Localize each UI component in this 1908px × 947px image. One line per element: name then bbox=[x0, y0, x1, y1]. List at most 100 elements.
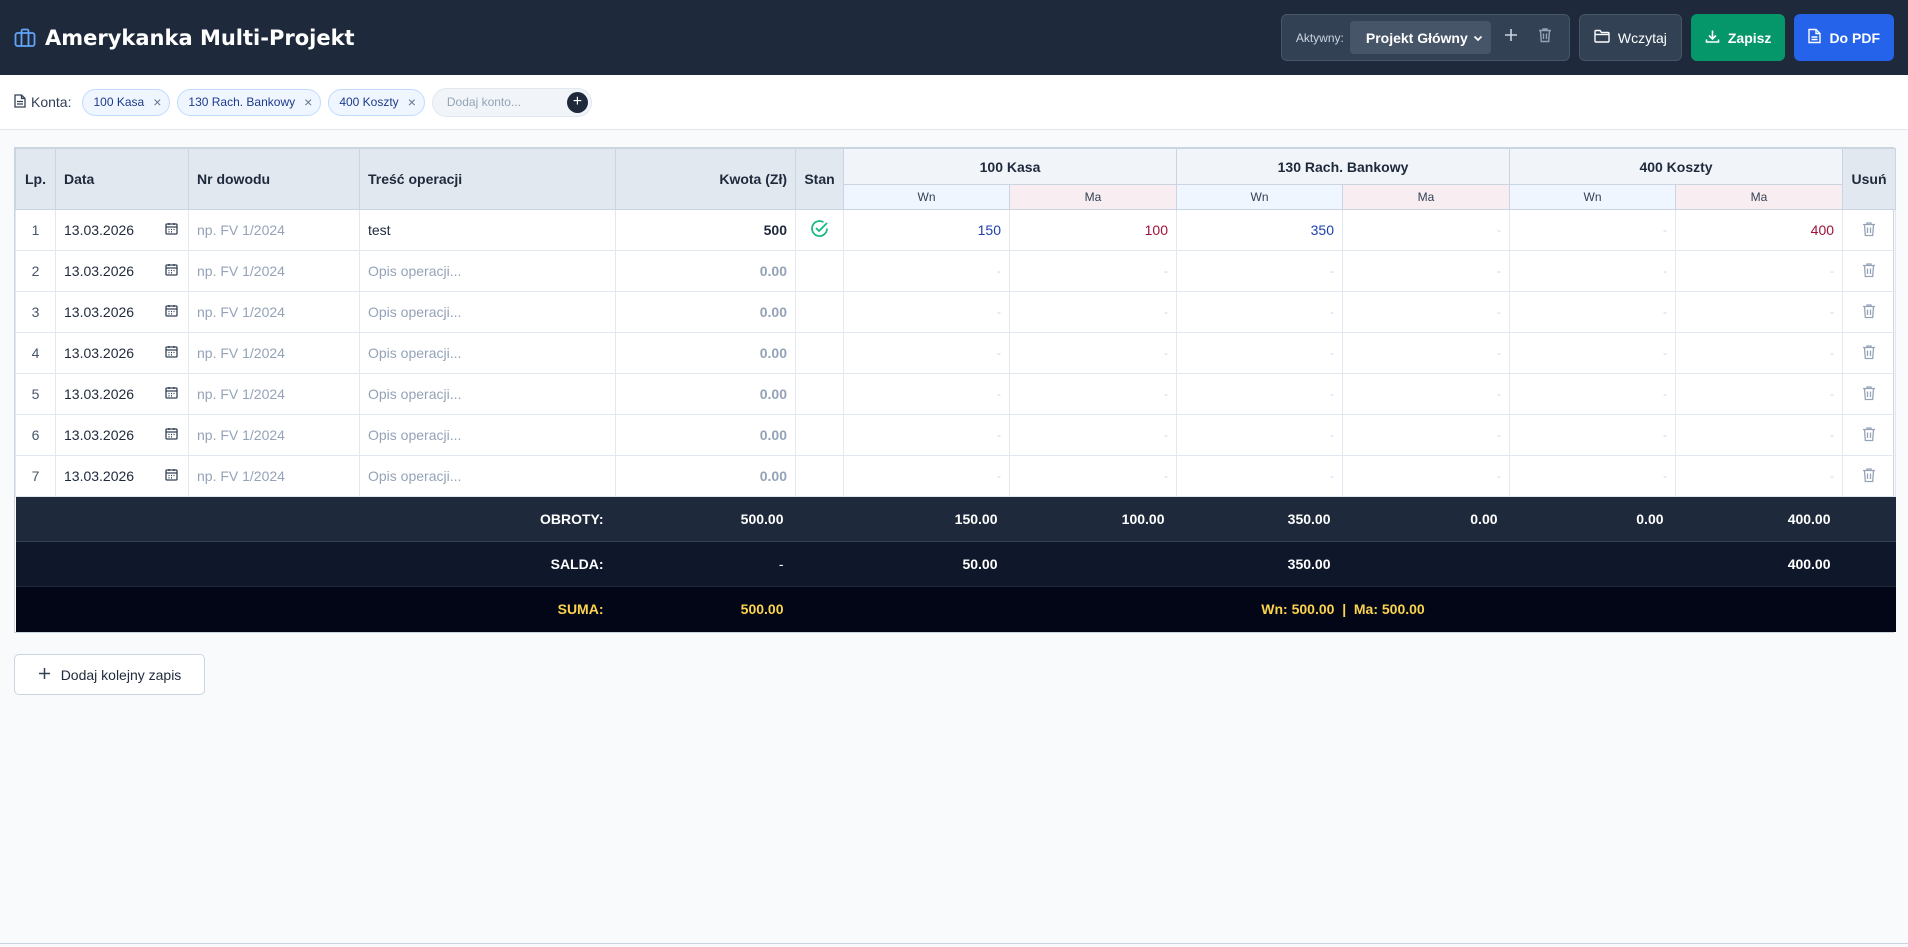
wn-cell-input[interactable]: 350 bbox=[1176, 209, 1343, 251]
delete-project-button[interactable] bbox=[1531, 21, 1559, 54]
wn-cell-input[interactable]: - bbox=[1509, 250, 1677, 292]
close-icon[interactable]: × bbox=[408, 95, 416, 109]
doc-input[interactable]: np. FV 1/2024 bbox=[188, 332, 360, 374]
chevron-down-icon bbox=[1473, 30, 1483, 46]
calendar-icon[interactable] bbox=[165, 222, 178, 238]
date-input[interactable]: 13.03.2026 bbox=[55, 455, 189, 497]
desc-input[interactable]: Opis operacji... bbox=[359, 332, 616, 374]
desc-input[interactable]: Opis operacji... bbox=[359, 455, 616, 497]
add-project-button[interactable] bbox=[1497, 21, 1525, 54]
col-ma: Ma bbox=[1009, 184, 1177, 210]
wn-cell-input[interactable]: 150 bbox=[843, 209, 1010, 251]
load-button[interactable]: Wczytaj bbox=[1578, 14, 1682, 61]
wn-cell-input[interactable]: - bbox=[1509, 209, 1677, 251]
add-account-button[interactable]: + bbox=[566, 91, 588, 113]
calendar-icon[interactable] bbox=[165, 386, 178, 402]
delete-row-button[interactable] bbox=[1842, 373, 1897, 415]
ma-cell-input[interactable]: - bbox=[1341, 414, 1511, 456]
doc-input[interactable]: np. FV 1/2024 bbox=[188, 250, 360, 292]
app-header: Amerykanka Multi-Projekt Aktywny: Projek… bbox=[0, 0, 1908, 75]
wn-cell-input[interactable]: - bbox=[1176, 250, 1343, 292]
wn-cell-input[interactable]: - bbox=[1509, 373, 1677, 415]
calendar-icon[interactable] bbox=[165, 304, 178, 320]
desc-input[interactable]: Opis operacji... bbox=[359, 291, 616, 333]
ma-cell-input[interactable]: - bbox=[1009, 414, 1177, 456]
ma-cell-input[interactable]: - bbox=[1675, 332, 1844, 374]
amount-input[interactable]: 0.00 bbox=[615, 373, 796, 415]
delete-row-button[interactable] bbox=[1842, 414, 1897, 456]
doc-input[interactable]: np. FV 1/2024 bbox=[188, 373, 360, 415]
project-select[interactable]: Projekt Główny bbox=[1349, 21, 1491, 54]
ma-cell-input[interactable]: - bbox=[1675, 291, 1844, 333]
calendar-icon[interactable] bbox=[165, 345, 178, 361]
ma-cell-input[interactable]: - bbox=[1675, 414, 1844, 456]
desc-input[interactable]: Opis operacji... bbox=[359, 373, 616, 415]
delete-row-button[interactable] bbox=[1842, 455, 1897, 497]
close-icon[interactable]: × bbox=[153, 95, 161, 109]
ma-cell-input[interactable]: - bbox=[1675, 455, 1844, 497]
amount-input[interactable]: 500 bbox=[615, 209, 796, 251]
amount-input[interactable]: 0.00 bbox=[615, 332, 796, 374]
ma-cell-input[interactable]: - bbox=[1009, 291, 1177, 333]
add-row-button[interactable]: Dodaj kolejny zapis bbox=[14, 654, 205, 695]
add-account-input[interactable]: Dodaj konto... + bbox=[431, 87, 592, 117]
doc-input[interactable]: np. FV 1/2024 bbox=[188, 414, 360, 456]
doc-input[interactable]: np. FV 1/2024 bbox=[188, 209, 360, 251]
file-icon bbox=[14, 93, 26, 111]
wn-cell-input[interactable]: - bbox=[1176, 373, 1343, 415]
delete-row-button[interactable] bbox=[1842, 332, 1897, 374]
amount-input[interactable]: 0.00 bbox=[615, 250, 796, 292]
wn-cell-input[interactable]: - bbox=[1509, 455, 1677, 497]
calendar-icon[interactable] bbox=[165, 468, 178, 484]
wn-cell-input[interactable]: - bbox=[1176, 332, 1343, 374]
wn-cell-input[interactable]: - bbox=[1176, 414, 1343, 456]
ma-cell-input[interactable]: - bbox=[1675, 373, 1844, 415]
doc-input[interactable]: np. FV 1/2024 bbox=[188, 455, 360, 497]
ma-cell-input[interactable]: - bbox=[1675, 250, 1844, 292]
ma-cell-input[interactable]: - bbox=[1009, 455, 1177, 497]
wn-cell-input[interactable]: - bbox=[1509, 332, 1677, 374]
date-input[interactable]: 13.03.2026 bbox=[55, 373, 189, 415]
save-button[interactable]: Zapisz bbox=[1690, 14, 1786, 61]
date-input[interactable]: 13.03.2026 bbox=[55, 414, 189, 456]
desc-input[interactable]: Opis operacji... bbox=[359, 250, 616, 292]
wn-cell-input[interactable]: - bbox=[843, 250, 1010, 292]
amount-input[interactable]: 0.00 bbox=[615, 291, 796, 333]
wn-cell-input[interactable]: - bbox=[1509, 291, 1677, 333]
delete-row-button[interactable] bbox=[1842, 209, 1897, 251]
calendar-icon[interactable] bbox=[165, 263, 178, 279]
desc-input[interactable]: test bbox=[359, 209, 616, 251]
wn-cell-input[interactable]: - bbox=[843, 414, 1010, 456]
date-input[interactable]: 13.03.2026 bbox=[55, 332, 189, 374]
delete-row-button[interactable] bbox=[1842, 291, 1897, 333]
delete-row-button[interactable] bbox=[1842, 250, 1897, 292]
wn-cell-input[interactable]: - bbox=[1176, 291, 1343, 333]
pdf-button[interactable]: Do PDF bbox=[1794, 14, 1894, 61]
ma-cell-input[interactable]: 100 bbox=[1009, 209, 1177, 251]
desc-input[interactable]: Opis operacji... bbox=[359, 414, 616, 456]
wn-cell-input[interactable]: - bbox=[843, 455, 1010, 497]
ma-cell-input[interactable]: 400 bbox=[1675, 209, 1844, 251]
date-input[interactable]: 13.03.2026 bbox=[55, 291, 189, 333]
wn-cell-input[interactable]: - bbox=[843, 332, 1010, 374]
ma-cell-input[interactable]: - bbox=[1341, 455, 1511, 497]
amount-input[interactable]: 0.00 bbox=[615, 455, 796, 497]
calendar-icon[interactable] bbox=[165, 427, 178, 443]
doc-input[interactable]: np. FV 1/2024 bbox=[188, 291, 360, 333]
amount-input[interactable]: 0.00 bbox=[615, 414, 796, 456]
close-icon[interactable]: × bbox=[304, 95, 312, 109]
wn-cell-input[interactable]: - bbox=[843, 373, 1010, 415]
ma-cell-input[interactable]: - bbox=[1009, 250, 1177, 292]
ma-cell-input[interactable]: - bbox=[1341, 332, 1511, 374]
ma-cell-input[interactable]: - bbox=[1341, 250, 1511, 292]
date-input[interactable]: 13.03.2026 bbox=[55, 209, 189, 251]
ma-cell-input[interactable]: - bbox=[1009, 373, 1177, 415]
ma-cell-input[interactable]: - bbox=[1341, 291, 1511, 333]
date-input[interactable]: 13.03.2026 bbox=[55, 250, 189, 292]
ma-cell-input[interactable]: - bbox=[1341, 373, 1511, 415]
ma-cell-input[interactable]: - bbox=[1341, 209, 1511, 251]
wn-cell-input[interactable]: - bbox=[1176, 455, 1343, 497]
wn-cell-input[interactable]: - bbox=[843, 291, 1010, 333]
ma-cell-input[interactable]: - bbox=[1009, 332, 1177, 374]
wn-cell-input[interactable]: - bbox=[1509, 414, 1677, 456]
